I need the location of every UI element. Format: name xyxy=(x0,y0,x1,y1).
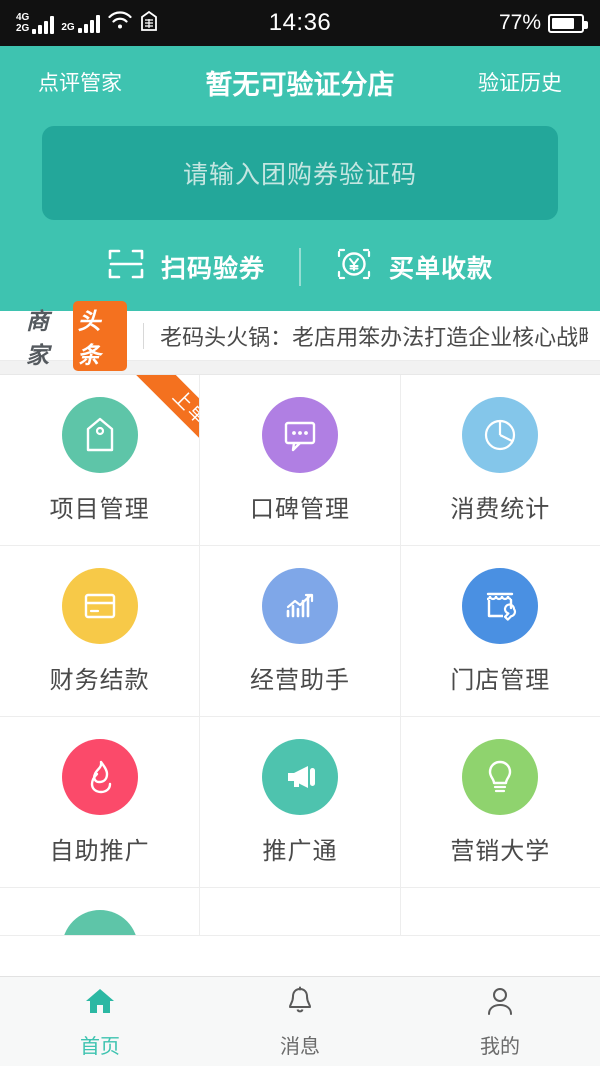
battery-icon xyxy=(548,13,588,33)
home-icon xyxy=(83,985,117,1022)
credit-card-icon xyxy=(61,567,138,644)
pay-collect-label: 买单收款 xyxy=(389,254,494,283)
scan-code-label: 扫码验券 xyxy=(160,254,265,283)
feature-grid: 项目管理 上单 口碑管理 消费统计 财务结款 经营助手 门店管理 自助推广 推广… xyxy=(0,375,600,936)
grid-item-self-promotion[interactable]: 自助推广 xyxy=(0,717,201,887)
tab-profile[interactable]: 我的 xyxy=(400,985,600,1059)
page-title[interactable]: 暂无可验证分店 xyxy=(206,63,395,102)
status-bar: 4G 2G 2G 14:36 77% xyxy=(0,0,600,46)
person-icon xyxy=(484,985,516,1022)
ribbon-label: 上单 xyxy=(127,375,200,471)
flame-icon xyxy=(61,738,138,815)
news-logo-word1: 商家 xyxy=(26,307,49,368)
grid-item-label: 消费统计 xyxy=(450,495,551,523)
news-logo-badge: 头条 xyxy=(72,300,128,371)
merchant-news-bar[interactable]: 商家 头条 老码头火锅：老店用笨办法打造企业核心战略 xyxy=(0,300,600,371)
status-clock: 14:36 xyxy=(268,9,332,36)
scan-code-button[interactable]: 扫码验券 xyxy=(73,247,299,286)
pie-chart-icon xyxy=(462,396,539,473)
grid-item-label: 项目管理 xyxy=(49,495,150,523)
tab-messages[interactable]: 消息 xyxy=(200,985,400,1059)
header-actions: 扫码验券 买单收款 xyxy=(0,246,600,287)
grid-row: 财务结款 经营助手 门店管理 xyxy=(0,546,600,717)
tab-home[interactable]: 首页 xyxy=(0,985,200,1059)
grid-item-reputation-management[interactable]: 口碑管理 xyxy=(200,375,401,545)
grid-item-label: 经营助手 xyxy=(249,666,350,694)
grid-row: 自助推广 推广通 营销大学 xyxy=(0,717,600,888)
nav-right-link[interactable]: 验证历史 xyxy=(478,67,562,97)
grid-item-marketing-university[interactable]: 营销大学 xyxy=(401,717,600,887)
grid-row: 项目管理 上单 口碑管理 消费统计 xyxy=(0,375,600,546)
grid-item-promotion-pass[interactable]: 推广通 xyxy=(200,717,401,887)
grid-item-finance-settlement[interactable]: 财务结款 xyxy=(0,546,201,716)
tab-profile-label: 我的 xyxy=(480,1035,520,1058)
tag-icon xyxy=(61,396,138,473)
grid-item-consumption-stats[interactable]: 消费统计 xyxy=(401,375,600,545)
yuan-scan-icon xyxy=(335,246,373,287)
tab-home-label: 首页 xyxy=(80,1035,120,1058)
verify-code-input[interactable]: 请输入团购券验证码 xyxy=(42,126,558,220)
grid-item-label: 财务结款 xyxy=(49,666,150,694)
grid-item-partial[interactable] xyxy=(0,888,201,935)
megaphone-icon xyxy=(261,738,338,815)
verify-code-placeholder: 请输入团购券验证码 xyxy=(182,161,417,189)
grid-item-label: 门店管理 xyxy=(450,666,551,694)
circle-icon xyxy=(61,910,138,935)
shop-wrench-icon xyxy=(462,567,539,644)
grid-item-label: 营销大学 xyxy=(450,837,551,865)
grid-item-partial[interactable] xyxy=(401,888,600,935)
grid-item-store-management[interactable]: 门店管理 xyxy=(401,546,600,716)
nav-left-link[interactable]: 点评管家 xyxy=(38,67,122,97)
news-headline[interactable]: 老码头火锅：老店用笨办法打造企业核心战略 xyxy=(160,320,588,352)
grid-item-business-assistant[interactable]: 经营助手 xyxy=(200,546,401,716)
header-nav: 点评管家 暂无可验证分店 验证历史 xyxy=(0,46,600,118)
bell-icon xyxy=(284,985,316,1022)
grid-item-project-management[interactable]: 项目管理 上单 xyxy=(0,375,201,545)
tab-messages-label: 消息 xyxy=(280,1035,320,1058)
news-divider xyxy=(143,322,145,349)
bottom-tab-bar: 首页 消息 我的 xyxy=(0,976,600,1066)
grid-item-label: 自助推广 xyxy=(49,837,150,865)
chat-bubble-icon xyxy=(261,396,338,473)
scan-code-icon xyxy=(107,247,145,286)
grid-item-partial[interactable] xyxy=(200,888,401,935)
app-header: 点评管家 暂无可验证分店 验证历史 请输入团购券验证码 扫码验券 买单收款 xyxy=(0,46,600,311)
grid-item-label: 推广通 xyxy=(262,837,338,865)
lightbulb-icon xyxy=(462,738,539,815)
bar-chart-icon xyxy=(261,567,338,644)
news-logo: 商家 头条 xyxy=(12,300,128,371)
grid-row-partial xyxy=(0,888,600,936)
pay-collect-button[interactable]: 买单收款 xyxy=(301,246,527,287)
grid-item-label: 口碑管理 xyxy=(249,495,350,523)
